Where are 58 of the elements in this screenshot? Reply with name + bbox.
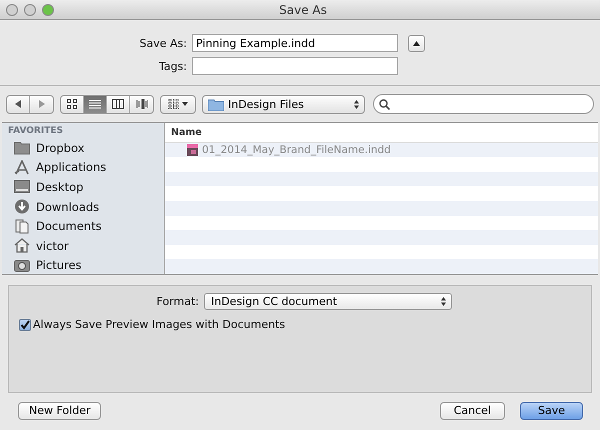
list-icon [89, 99, 101, 109]
search-field[interactable] [373, 94, 594, 114]
document-icon [187, 144, 198, 156]
sidebar-item-label: Documents [36, 219, 102, 234]
cancel-button[interactable]: Cancel [440, 402, 505, 420]
sidebar-heading: FAVORITES [8, 126, 64, 136]
sidebar-item[interactable]: Desktop [8, 177, 164, 197]
zoom-button[interactable] [42, 4, 54, 16]
sidebar-item-label: Desktop [36, 180, 84, 194]
view-mode-button[interactable] [84, 96, 107, 112]
forward-icon [38, 100, 44, 108]
column-header[interactable]: Name [171, 126, 202, 138]
download-icon [14, 199, 30, 214]
updown-arrows-icon [441, 297, 446, 306]
columns-icon [112, 99, 124, 109]
location-popup[interactable]: InDesign Files [202, 94, 365, 114]
tags-field[interactable] [192, 57, 398, 75]
checkmark-icon [20, 320, 30, 330]
sidebar-item-label: Dropbox [36, 140, 84, 155]
sidebar-item-label: Applications [36, 160, 106, 174]
camera-icon [14, 258, 30, 273]
save-button[interactable]: Save [520, 402, 583, 420]
window-title: Save As [279, 2, 327, 16]
sidebar-item[interactable]: Pictures [8, 256, 164, 274]
save-as-label: Save As: [138, 36, 188, 50]
sidebar-item[interactable]: Applications [8, 158, 164, 178]
sidebar-item[interactable]: Documents [8, 216, 164, 236]
sidebar-item-label: Downloads [36, 200, 100, 214]
icon-grid-icon [66, 99, 78, 109]
search-icon [379, 98, 390, 110]
caret-down-icon [182, 102, 188, 106]
preview-checkbox[interactable] [19, 318, 31, 330]
sidebar-item-label: Pictures [36, 258, 82, 272]
home-icon [14, 238, 30, 254]
file-name: 01_2014_May_Brand_FileName.indd [202, 144, 391, 156]
close-button[interactable] [6, 4, 18, 16]
minimize-button[interactable] [24, 4, 36, 16]
app-store-icon [14, 160, 30, 175]
format-popup[interactable]: InDesign CC document [204, 293, 452, 310]
expand-button[interactable] [408, 34, 425, 52]
preview-checkbox-label: Always Save Preview Images with Documents [33, 318, 286, 331]
desktop-icon [14, 179, 30, 194]
documents-icon [14, 218, 30, 234]
tags-label: Tags: [158, 60, 188, 72]
caret-up-icon [413, 40, 420, 46]
back-icon [15, 100, 21, 108]
sidebar-item[interactable]: Downloads [8, 196, 164, 216]
folder-icon [208, 98, 224, 110]
folder-icon [14, 140, 30, 156]
new-folder-button[interactable]: New Folder [18, 402, 102, 420]
sidebar-item[interactable]: Dropbox [8, 138, 164, 158]
file-name-field[interactable]: Pinning Example.indd [192, 34, 398, 52]
updown-arrows-icon [354, 100, 359, 108]
grid-icon [168, 99, 179, 109]
sidebar-item[interactable]: victor [8, 236, 164, 256]
sidebar-item-label: victor [36, 238, 69, 253]
cover-flow-icon [136, 99, 148, 109]
format-label: Format: [156, 295, 200, 308]
